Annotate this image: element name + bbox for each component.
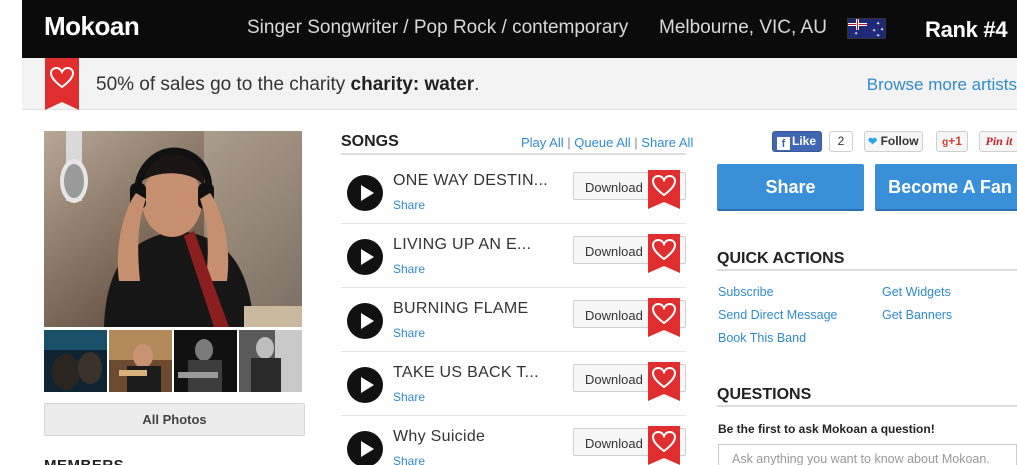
browse-more-artists-link[interactable]: Browse more artists <box>867 75 1017 95</box>
play-all-link[interactable]: Play All <box>521 135 564 150</box>
google-plus-button[interactable]: g+1 <box>936 131 968 152</box>
share-button[interactable]: Share <box>717 164 864 211</box>
download-label: Download <box>585 372 643 387</box>
charity-banner: 50% of sales go to the charity charity: … <box>22 58 1017 110</box>
download-button[interactable]: Download <box>573 426 686 465</box>
become-a-fan-button[interactable]: Become A Fan <box>875 164 1017 211</box>
heart-ribbon-icon <box>648 362 680 401</box>
download-label: Download <box>585 244 643 259</box>
play-icon[interactable] <box>347 367 383 403</box>
photo-thumbnail[interactable] <box>239 330 302 392</box>
play-icon[interactable] <box>347 175 383 211</box>
heart-ribbon-icon <box>648 426 680 465</box>
song-share-link[interactable]: Share <box>393 198 425 212</box>
song-row: LIVING UP AN E... Share Download <box>341 225 686 288</box>
play-icon[interactable] <box>347 239 383 275</box>
separator: | <box>634 135 638 150</box>
heart-ribbon-icon <box>648 234 680 273</box>
charity-message-suffix: . <box>474 74 480 95</box>
song-row: BURNING FLAME Share Download <box>341 289 686 352</box>
song-row: ONE WAY DESTIN... Share Download <box>341 161 686 224</box>
artist-location: Melbourne, VIC, AU <box>659 17 827 38</box>
artist-name[interactable]: Mokoan <box>44 11 140 42</box>
pinterest-pin-button[interactable]: Pin it <box>979 131 1017 152</box>
separator: | <box>567 135 571 150</box>
heart-ribbon-icon <box>45 58 79 110</box>
photo-thumbnails <box>44 330 302 392</box>
charity-name[interactable]: charity: water <box>351 74 475 95</box>
book-this-band-link[interactable]: Book This Band <box>718 331 806 345</box>
song-row: Why Suicide Share Download <box>341 417 686 465</box>
get-banners-link[interactable]: Get Banners <box>882 308 952 322</box>
song-title[interactable]: LIVING UP AN E... <box>393 236 531 254</box>
google-plus-label: +1 <box>948 134 962 148</box>
download-label: Download <box>585 180 643 195</box>
song-title[interactable]: TAKE US BACK T... <box>393 364 539 382</box>
song-share-link[interactable]: Share <box>393 262 425 276</box>
download-button[interactable]: Download <box>573 170 686 209</box>
download-button[interactable]: Download <box>573 362 686 401</box>
song-row: TAKE US BACK T... Share Download <box>341 353 686 416</box>
artist-genre: Singer Songwriter / Pop Rock / contempor… <box>247 17 629 38</box>
download-button[interactable]: Download <box>573 234 686 273</box>
questions-heading: QUESTIONS <box>717 386 812 403</box>
play-icon[interactable] <box>347 431 383 465</box>
australia-flag-icon: ✦ ✦ ✦ ✦ ✦ <box>847 18 886 39</box>
songs-divider <box>341 153 686 155</box>
facebook-like-count: 2 <box>829 131 853 152</box>
share-all-link[interactable]: Share All <box>641 135 693 150</box>
twitter-follow-label: Follow <box>880 134 919 148</box>
facebook-like-label: Like <box>792 134 817 148</box>
facebook-icon: f <box>777 137 790 150</box>
photo-thumbnail[interactable] <box>174 330 237 392</box>
download-label: Download <box>585 308 643 323</box>
song-share-link[interactable]: Share <box>393 390 425 404</box>
send-direct-message-link[interactable]: Send Direct Message <box>718 308 838 322</box>
heart-ribbon-icon <box>648 298 680 337</box>
quick-actions-divider <box>717 269 1017 271</box>
artist-header: Mokoan Singer Songwriter / Pop Rock / co… <box>22 0 1017 58</box>
heart-ribbon-icon <box>648 170 680 209</box>
questions-subheading: Be the first to ask Mokoan a question! <box>718 422 935 436</box>
photo-thumbnail[interactable] <box>109 330 172 392</box>
members-heading: MEMBERS <box>44 457 124 465</box>
subscribe-link[interactable]: Subscribe <box>718 285 774 299</box>
song-share-link[interactable]: Share <box>393 326 425 340</box>
all-photos-button[interactable]: All Photos <box>44 403 305 436</box>
question-input[interactable] <box>718 444 1017 465</box>
song-share-link[interactable]: Share <box>393 454 425 465</box>
song-title[interactable]: ONE WAY DESTIN... <box>393 172 548 190</box>
twitter-bird-icon: ❤︎ <box>868 136 878 148</box>
song-title[interactable]: BURNING FLAME <box>393 300 528 318</box>
song-title[interactable]: Why Suicide <box>393 428 485 446</box>
facebook-like-button[interactable]: f Like <box>772 131 822 152</box>
play-icon[interactable] <box>347 303 383 339</box>
get-widgets-link[interactable]: Get Widgets <box>882 285 951 299</box>
charity-message-prefix: 50% of sales go to the charity <box>96 74 346 95</box>
artist-rank: Rank #4 <box>925 17 1008 42</box>
charity-message: 50% of sales go to the charity charity: … <box>96 74 479 96</box>
twitter-follow-button[interactable]: ❤︎ Follow <box>864 131 923 152</box>
songs-actions: Play All | Queue All | Share All <box>521 135 693 150</box>
artist-main-photo[interactable] <box>44 131 302 327</box>
photo-thumbnail[interactable] <box>44 330 107 392</box>
quick-actions-heading: QUICK ACTIONS <box>717 250 845 267</box>
queue-all-link[interactable]: Queue All <box>574 135 630 150</box>
download-label: Download <box>585 436 643 451</box>
questions-divider <box>717 405 1017 407</box>
download-button[interactable]: Download <box>573 298 686 337</box>
songs-heading: SONGS <box>341 133 399 150</box>
